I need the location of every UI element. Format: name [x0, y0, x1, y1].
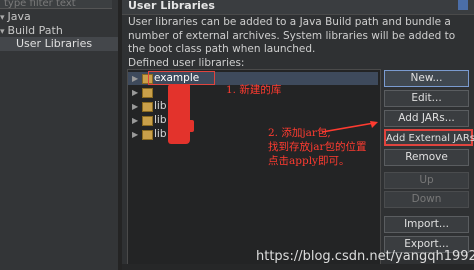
edit-button[interactable]: Edit...	[384, 90, 469, 107]
chevron-down-icon[interactable]: ▾	[0, 13, 5, 23]
library-icon	[142, 88, 153, 98]
tree-item-label: User Libraries	[16, 37, 93, 50]
tree-item-label: Java	[7, 10, 31, 23]
annotation-arrow-icon	[321, 121, 378, 133]
library-name: lib	[154, 100, 167, 112]
annotation-line: 找到存放jar包的位置	[268, 141, 367, 153]
highlight-box	[148, 71, 215, 85]
page-description: User libraries can be added to a Java Bu…	[128, 16, 456, 55]
chevron-right-icon[interactable]: ▶	[132, 72, 138, 85]
page-header: User Libraries	[122, 0, 474, 15]
add-external-jars-button[interactable]: Add External JARs...	[384, 129, 474, 146]
chevron-down-icon[interactable]: ▾	[0, 27, 5, 37]
library-icon	[142, 102, 153, 112]
watermark: https://blog.csdn.net/yangqh199299	[256, 249, 474, 264]
footer-bar	[122, 264, 474, 270]
filter-input[interactable]: type filter text	[0, 0, 112, 9]
defined-libraries-label: Defined user libraries:	[128, 57, 245, 69]
down-button[interactable]: Down	[384, 191, 469, 208]
redaction-scribble	[180, 120, 194, 132]
annotation-line: 点击apply即可。	[268, 155, 350, 167]
library-icon	[142, 130, 153, 140]
redaction-scribble	[168, 84, 190, 144]
chevron-right-icon[interactable]: ▶	[132, 86, 138, 99]
remove-button[interactable]: Remove	[384, 149, 469, 166]
user-libraries-page: User Libraries User libraries can be add…	[122, 0, 474, 270]
add-jars-button[interactable]: Add JARs...	[384, 110, 469, 127]
annotation-step1: 1. 新建的库	[226, 84, 282, 96]
preferences-tree: type filter text ▾ Java ▾ Build Path User …	[0, 0, 118, 270]
filter-placeholder: type filter text	[4, 0, 76, 9]
page-title: User Libraries	[128, 0, 215, 12]
tree-item-user-libraries[interactable]: User Libraries	[0, 37, 118, 51]
tree-item-label: Build Path	[7, 24, 63, 37]
header-icon[interactable]	[458, 0, 468, 10]
user-libraries-list[interactable]: ▶ example ▶ ▶ lib ▶ lib ▶ lib 1. 新建的库 2.…	[127, 69, 381, 270]
tree-item-build-path[interactable]: ▾ Build Path	[0, 24, 63, 37]
library-name: lib	[154, 114, 167, 126]
new-button[interactable]: New...	[384, 70, 469, 87]
import-button[interactable]: Import...	[384, 216, 469, 233]
chevron-right-icon[interactable]: ▶	[132, 100, 138, 113]
tree-item-java[interactable]: ▾ Java	[0, 10, 31, 23]
up-button[interactable]: Up	[384, 172, 469, 189]
library-icon	[142, 116, 153, 126]
chevron-right-icon[interactable]: ▶	[132, 114, 138, 127]
chevron-right-icon[interactable]: ▶	[132, 128, 138, 141]
library-name: lib	[154, 128, 167, 140]
